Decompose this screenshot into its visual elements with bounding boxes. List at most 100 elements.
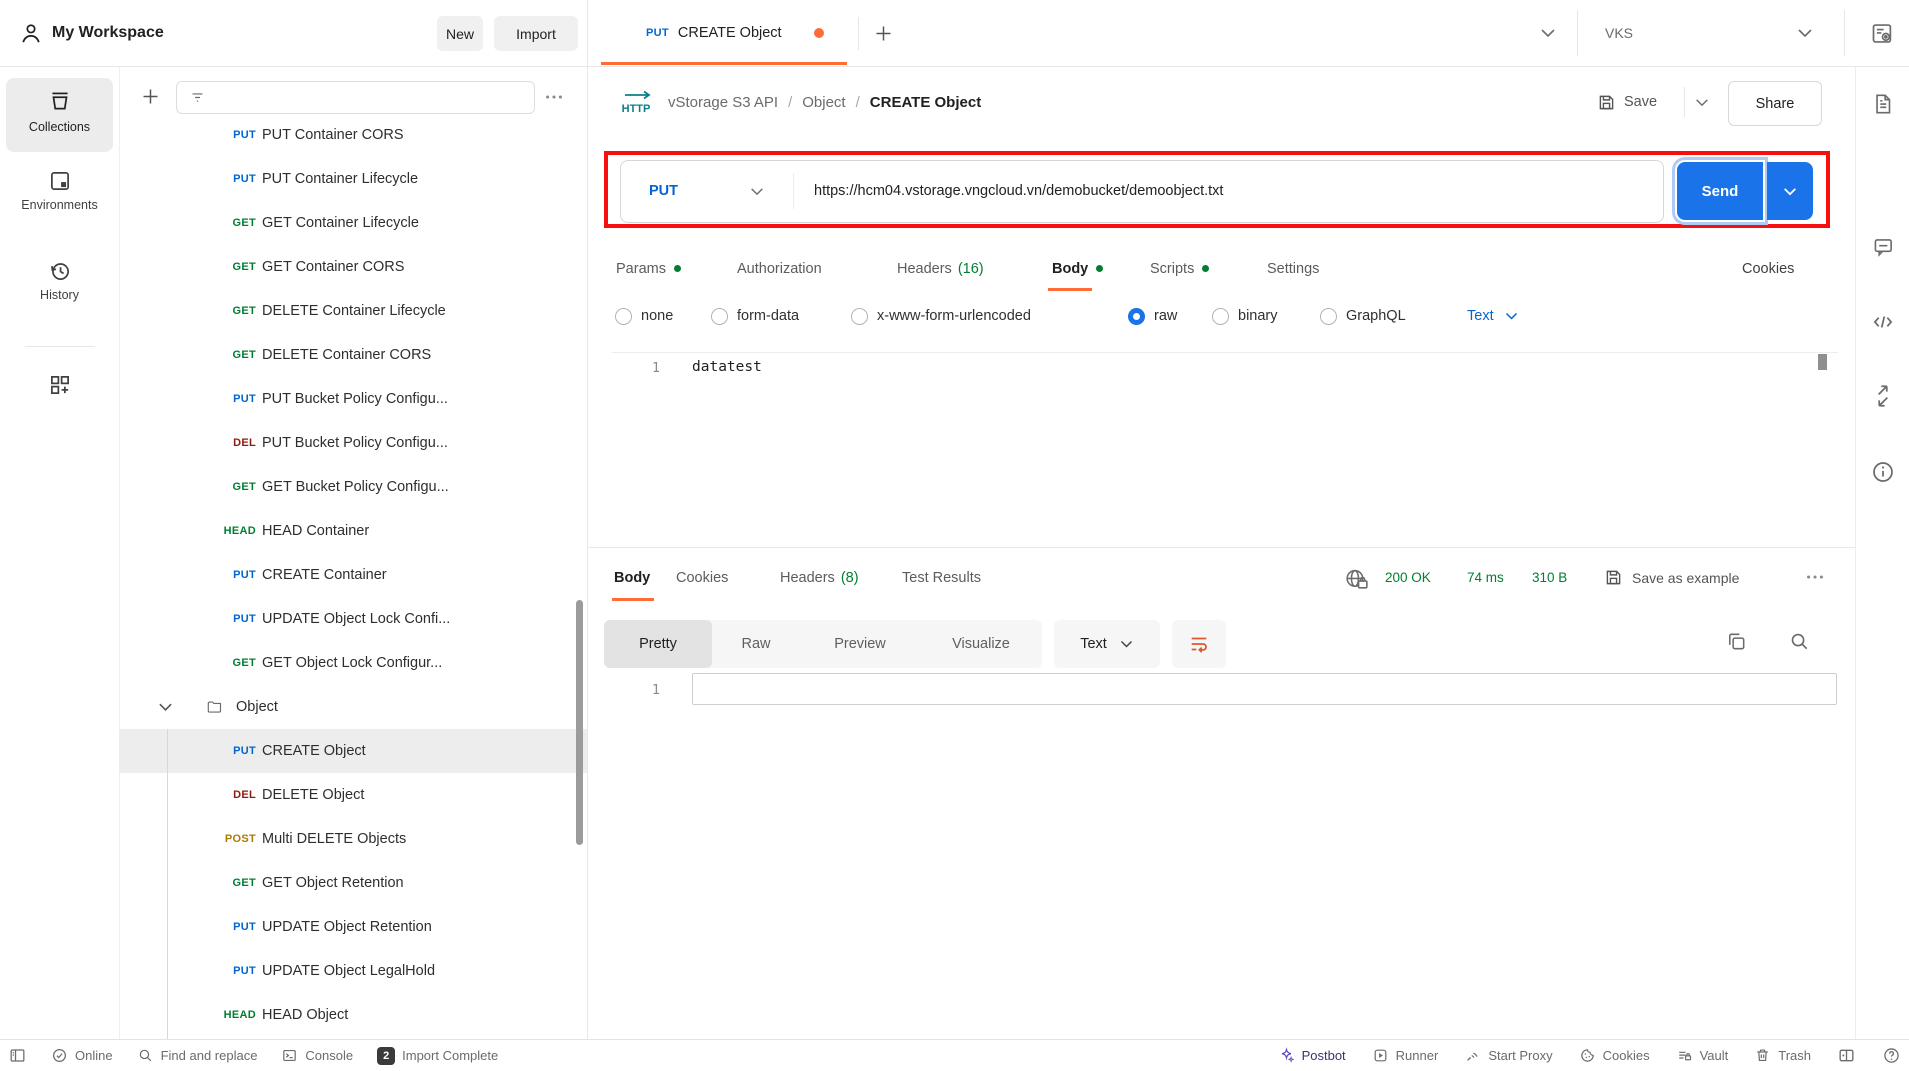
find-and-replace[interactable]: Find and replace xyxy=(137,1047,257,1064)
new-tab-plus-icon[interactable] xyxy=(873,23,894,44)
documentation-icon[interactable] xyxy=(1870,91,1896,117)
cookies-link[interactable]: Cookies xyxy=(1742,245,1794,292)
tree-row-request[interactable]: PUT PUT Bucket Policy Configu... xyxy=(119,377,587,421)
response-tab-cookies[interactable]: Cookies xyxy=(676,555,728,600)
tree-row-request[interactable]: DEL DELETE Object xyxy=(119,773,587,817)
comments-icon[interactable] xyxy=(1870,234,1896,260)
tree-row-request[interactable]: GET GET Bucket Policy Configu... xyxy=(119,465,587,509)
view-preview[interactable]: Preview xyxy=(800,620,920,668)
tab-authorization[interactable]: Authorization xyxy=(737,245,822,292)
sidebar-more-icon[interactable] xyxy=(543,90,565,104)
tree-row-request[interactable]: PUT UPDATE Object Retention xyxy=(119,905,587,949)
tree-row-request[interactable]: GET GET Container CORS xyxy=(119,245,587,289)
save-options-chevron-icon[interactable] xyxy=(1694,96,1710,109)
url-input[interactable]: https://hcm04.vstorage.vngcloud.vn/demob… xyxy=(814,161,1223,220)
sidebar-scrollbar[interactable] xyxy=(576,600,583,845)
view-raw[interactable]: Raw xyxy=(712,620,800,668)
search-response-icon[interactable] xyxy=(1788,630,1811,653)
environment-chevron-icon[interactable] xyxy=(1796,26,1814,40)
body-mode-urlencoded[interactable]: x-www-form-urlencoded xyxy=(851,296,1031,336)
sidebar-item-environments[interactable]: Environments xyxy=(0,198,119,212)
postbot-button[interactable]: Postbot xyxy=(1278,1047,1346,1064)
history-icon[interactable] xyxy=(47,258,73,284)
send-options-button[interactable] xyxy=(1767,162,1813,220)
body-mode-none[interactable]: none xyxy=(615,296,673,336)
response-more-icon[interactable] xyxy=(1804,570,1826,584)
tree-row-request[interactable]: GET GET Object Retention xyxy=(119,861,587,905)
trash-button[interactable]: Trash xyxy=(1754,1047,1811,1064)
tree-row-request-selected[interactable]: PUT CREATE Object xyxy=(119,729,587,773)
method-chevron-icon[interactable] xyxy=(749,185,765,198)
tree-row-request[interactable]: DEL PUT Bucket Policy Configu... xyxy=(119,421,587,465)
tree-row-request[interactable]: GET GET Object Lock Configur... xyxy=(119,641,587,685)
workspace-title[interactable]: My Workspace xyxy=(52,0,164,66)
response-tab-body[interactable]: Body xyxy=(614,555,650,600)
add-collection-plus-icon[interactable] xyxy=(140,86,161,107)
wrap-lines-button[interactable] xyxy=(1172,620,1226,668)
response-language-dropdown[interactable]: Text xyxy=(1054,620,1160,668)
panel-layout-icon[interactable] xyxy=(1837,1046,1856,1065)
tree-row-request[interactable]: PUT CREATE Container xyxy=(119,553,587,597)
environments-icon[interactable] xyxy=(47,168,73,194)
save-button[interactable]: Save xyxy=(1624,67,1657,137)
body-mode-binary[interactable]: binary xyxy=(1212,296,1278,336)
vault-button[interactable]: Vault xyxy=(1676,1047,1728,1064)
view-visualize[interactable]: Visualize xyxy=(920,620,1042,668)
tab-body[interactable]: Body xyxy=(1052,245,1104,292)
sidebar-item-history[interactable]: History xyxy=(0,288,119,302)
related-requests-icon[interactable] xyxy=(1870,383,1896,409)
environment-selector[interactable]: VKS xyxy=(1605,0,1633,66)
method-selector[interactable]: PUT xyxy=(649,161,678,220)
copy-response-icon[interactable] xyxy=(1725,630,1748,653)
request-tab[interactable]: PUT CREATE Object xyxy=(592,0,824,66)
network-globe-lock-icon[interactable] xyxy=(1343,566,1370,593)
start-proxy-button[interactable]: Start Proxy xyxy=(1464,1047,1553,1064)
raw-language-dropdown[interactable]: Text xyxy=(1467,296,1519,336)
console-button[interactable]: Console xyxy=(281,1047,353,1064)
import-complete-notification[interactable]: 2 Import Complete xyxy=(377,1046,498,1065)
response-tab-headers[interactable]: Headers (8) xyxy=(780,555,859,600)
tab-scripts[interactable]: Scripts xyxy=(1150,245,1210,292)
toggle-sidebar-icon[interactable] xyxy=(8,1046,27,1065)
tree-row-request[interactable]: GET DELETE Container CORS xyxy=(119,333,587,377)
tree-row-request[interactable]: GET DELETE Container Lifecycle xyxy=(119,289,587,333)
info-icon[interactable] xyxy=(1870,459,1896,485)
online-status[interactable]: Online xyxy=(51,1047,113,1064)
share-button[interactable]: Share xyxy=(1728,81,1822,126)
body-mode-raw[interactable]: raw xyxy=(1128,296,1177,336)
tree-row-request[interactable]: PUT PUT Container CORS xyxy=(119,113,587,157)
folder-chevron-down-icon[interactable] xyxy=(158,701,173,713)
tree-row-request[interactable]: GET GET Container Lifecycle xyxy=(119,201,587,245)
import-button[interactable]: Import xyxy=(494,16,578,51)
response-line-box[interactable] xyxy=(692,673,1837,705)
cookies-button[interactable]: Cookies xyxy=(1579,1047,1650,1064)
tree-row-request[interactable]: PUT UPDATE Object LegalHold xyxy=(119,949,587,993)
tree-folder-object[interactable]: Object xyxy=(119,685,587,729)
tab-settings[interactable]: Settings xyxy=(1267,245,1319,292)
editor-line-content[interactable]: datatest xyxy=(692,359,762,375)
send-button[interactable]: Send xyxy=(1677,162,1763,220)
sidebar-filter-box[interactable] xyxy=(176,81,535,114)
user-avatar-icon[interactable] xyxy=(18,20,44,46)
help-icon[interactable] xyxy=(1882,1046,1901,1065)
tab-list-chevron-icon[interactable] xyxy=(1539,26,1557,40)
body-mode-form-data[interactable]: form-data xyxy=(711,296,799,336)
tree-row-request[interactable]: PUT PUT Container Lifecycle xyxy=(119,157,587,201)
editor-scrollbar[interactable] xyxy=(1818,354,1827,370)
view-pretty[interactable]: Pretty xyxy=(604,620,712,668)
sidebar-item-collections[interactable]: Collections xyxy=(6,78,113,152)
tree-row-request[interactable]: HEAD HEAD Container xyxy=(119,509,587,553)
tab-params[interactable]: Params xyxy=(616,245,681,292)
response-size-badge[interactable]: 310 B xyxy=(1532,555,1567,600)
response-tab-test-results[interactable]: Test Results xyxy=(902,555,981,600)
tab-headers[interactable]: Headers (16) xyxy=(897,245,984,292)
breadcrumb-collection[interactable]: vStorage S3 API xyxy=(668,94,778,111)
save-as-example-button[interactable]: Save as example xyxy=(1632,555,1739,600)
breadcrumb-folder[interactable]: Object xyxy=(802,94,845,111)
environment-quick-look-icon[interactable] xyxy=(1869,20,1896,47)
runner-button[interactable]: Runner xyxy=(1372,1047,1438,1064)
response-time-badge[interactable]: 74 ms xyxy=(1467,555,1504,600)
body-mode-graphql[interactable]: GraphQL xyxy=(1320,296,1406,336)
tree-row-request[interactable]: POST Multi DELETE Objects xyxy=(119,817,587,861)
response-status-badge[interactable]: 200 OK xyxy=(1385,555,1431,600)
